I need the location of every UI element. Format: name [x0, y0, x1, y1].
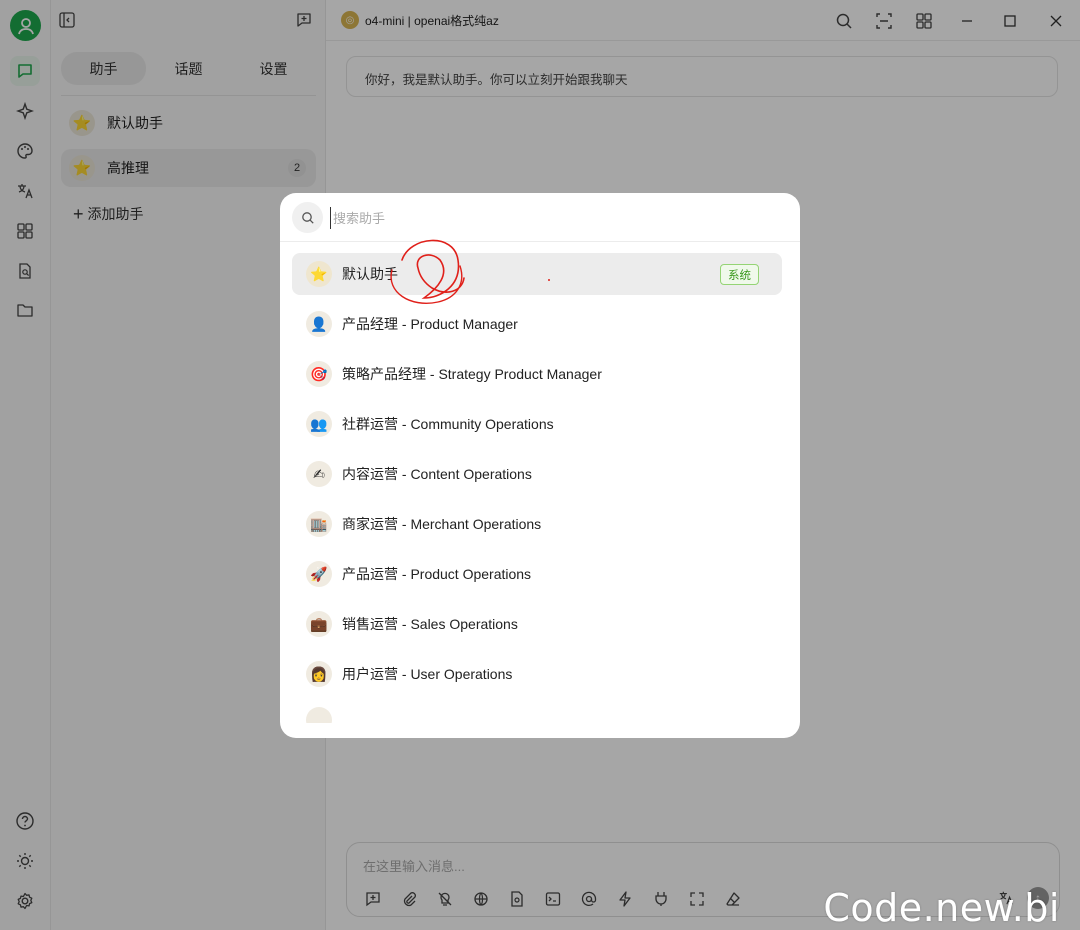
group-icon: 👥	[306, 411, 332, 437]
list-item[interactable]: ⭐ 默认助手 系统	[292, 253, 782, 295]
writing-icon: ✍	[306, 461, 332, 487]
list-item[interactable]: 👩 用户运营 - User Operations	[292, 653, 782, 695]
assistant-search-input[interactable]	[330, 207, 730, 229]
item-label: 用户运营 - User Operations	[342, 666, 513, 682]
item-label: 策略产品经理 - Strategy Product Manager	[342, 366, 602, 382]
search-icon	[292, 202, 323, 233]
annotation-scribble	[390, 239, 465, 304]
app-window: 助手 话题 设置 ⭐ 默认助手 ⭐ 高推理 2 + 添加助手 ◎ o4-mini…	[0, 0, 1080, 930]
list-item[interactable]: 💼 销售运营 - Sales Operations	[292, 603, 782, 645]
rocket-icon: 🚀	[306, 561, 332, 587]
briefcase-icon: 💼	[306, 611, 332, 637]
item-label: 社群运营 - Community Operations	[342, 416, 554, 432]
star-icon: ⭐	[306, 261, 332, 287]
person-icon: 👤	[306, 311, 332, 337]
avatar-icon	[306, 707, 332, 723]
list-item-partial[interactable]	[292, 703, 782, 723]
assistant-picker-modal: ⭐ 默认助手 系统 👤 产品经理 - Product Manager 🎯 策略产…	[280, 193, 800, 738]
watermark: Code.new.bi	[823, 886, 1060, 930]
item-label: 内容运营 - Content Operations	[342, 466, 532, 482]
item-label: 销售运营 - Sales Operations	[342, 616, 518, 632]
list-item[interactable]: 👤 产品经理 - Product Manager	[292, 303, 782, 345]
system-tag: 系统	[720, 264, 759, 285]
list-item[interactable]: 🎯 策略产品经理 - Strategy Product Manager	[292, 353, 782, 395]
modal-search-bar	[280, 193, 800, 242]
list-item[interactable]: 🚀 产品运营 - Product Operations	[292, 553, 782, 595]
target-icon: 🎯	[306, 361, 332, 387]
item-label: 产品运营 - Product Operations	[342, 566, 532, 582]
assistant-picker-list: ⭐ 默认助手 系统 👤 产品经理 - Product Manager 🎯 策略产…	[292, 253, 782, 731]
list-item[interactable]: 🏬 商家运营 - Merchant Operations	[292, 503, 782, 545]
annotation-dot	[548, 279, 550, 281]
item-label: 商家运营 - Merchant Operations	[342, 516, 542, 532]
user-icon: 👩	[306, 661, 332, 687]
store-icon: 🏬	[306, 511, 332, 537]
list-item[interactable]: ✍ 内容运营 - Content Operations	[292, 453, 782, 495]
list-item[interactable]: 👥 社群运营 - Community Operations	[292, 403, 782, 445]
